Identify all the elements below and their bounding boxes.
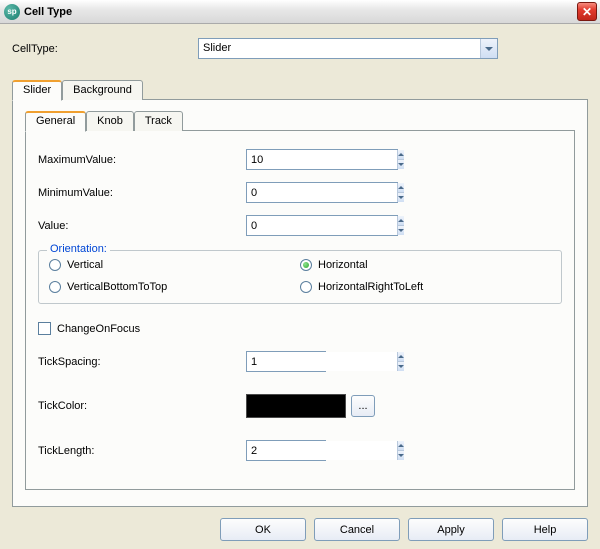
radio-vertical-btt[interactable]: VerticalBottomToTop bbox=[49, 281, 300, 293]
arrow-up-icon bbox=[398, 219, 404, 222]
change-on-focus-checkbox[interactable] bbox=[38, 322, 51, 335]
tick-color-well[interactable] bbox=[246, 394, 346, 418]
tick-spacing-input[interactable] bbox=[247, 352, 397, 371]
tick-length-label: TickLength: bbox=[38, 445, 246, 457]
radio-label: HorizontalRightToLeft bbox=[318, 281, 423, 293]
tick-spacing-spinner[interactable] bbox=[246, 351, 326, 372]
dropdown-button[interactable] bbox=[480, 39, 497, 58]
spin-up[interactable] bbox=[398, 183, 404, 193]
maximum-value-input[interactable] bbox=[247, 150, 397, 169]
arrow-up-icon bbox=[398, 355, 404, 358]
close-button[interactable]: ✕ bbox=[577, 2, 597, 21]
apply-button[interactable]: Apply bbox=[408, 518, 494, 541]
app-icon: sp bbox=[4, 4, 20, 20]
tab-track[interactable]: Track bbox=[134, 111, 183, 131]
celltype-dropdown[interactable]: Slider bbox=[198, 38, 498, 59]
orientation-legend: Orientation: bbox=[47, 243, 110, 255]
spin-buttons[interactable] bbox=[397, 183, 404, 202]
arrow-down-icon bbox=[398, 365, 404, 368]
help-button[interactable]: Help bbox=[502, 518, 588, 541]
arrow-down-icon bbox=[398, 196, 404, 199]
minimum-value-label: MinimumValue: bbox=[38, 187, 246, 199]
cancel-button[interactable]: Cancel bbox=[314, 518, 400, 541]
tick-spacing-label: TickSpacing: bbox=[38, 356, 246, 368]
close-icon: ✕ bbox=[582, 5, 592, 19]
spin-down[interactable] bbox=[398, 362, 404, 371]
radio-icon bbox=[300, 281, 312, 293]
tick-length-input[interactable] bbox=[247, 441, 397, 460]
spin-up[interactable] bbox=[398, 441, 404, 451]
arrow-up-icon bbox=[398, 186, 404, 189]
radio-icon bbox=[49, 259, 61, 271]
arrow-down-icon bbox=[398, 454, 404, 457]
arrow-down-icon bbox=[398, 163, 404, 166]
minimum-value-input[interactable] bbox=[247, 183, 397, 202]
tick-color-label: TickColor: bbox=[38, 400, 246, 412]
radio-icon bbox=[49, 281, 61, 293]
spin-down[interactable] bbox=[398, 451, 404, 460]
spin-up[interactable] bbox=[398, 150, 404, 160]
tab-slider[interactable]: Slider bbox=[12, 80, 62, 101]
radio-horizontal-rtl[interactable]: HorizontalRightToLeft bbox=[300, 281, 551, 293]
minimum-value-spinner[interactable] bbox=[246, 182, 398, 203]
spin-down[interactable] bbox=[398, 160, 404, 169]
spin-buttons[interactable] bbox=[397, 352, 404, 371]
value-label: Value: bbox=[38, 220, 246, 232]
celltype-label: CellType: bbox=[12, 43, 198, 55]
radio-label: Horizontal bbox=[318, 259, 368, 271]
tick-length-spinner[interactable] bbox=[246, 440, 326, 461]
spin-up[interactable] bbox=[398, 216, 404, 226]
inner-tabs: General Knob Track MaximumValue: bbox=[25, 110, 575, 490]
spin-buttons[interactable] bbox=[397, 441, 404, 460]
change-on-focus-label: ChangeOnFocus bbox=[57, 323, 140, 335]
value-input[interactable] bbox=[247, 216, 397, 235]
radio-vertical[interactable]: Vertical bbox=[49, 259, 300, 271]
ok-button[interactable]: OK bbox=[220, 518, 306, 541]
radio-icon bbox=[300, 259, 312, 271]
arrow-up-icon bbox=[398, 153, 404, 156]
spin-down[interactable] bbox=[398, 193, 404, 202]
maximum-value-spinner[interactable] bbox=[246, 149, 398, 170]
orientation-group: Orientation: Vertical Vertica bbox=[38, 250, 562, 304]
spin-buttons[interactable] bbox=[397, 150, 404, 169]
radio-label: Vertical bbox=[67, 259, 103, 271]
maximum-value-label: MaximumValue: bbox=[38, 154, 246, 166]
arrow-down-icon bbox=[398, 229, 404, 232]
spin-up[interactable] bbox=[398, 352, 404, 362]
radio-label: VerticalBottomToTop bbox=[67, 281, 167, 293]
tab-background[interactable]: Background bbox=[62, 80, 143, 100]
outer-tabs: Slider Background General Knob Track Max… bbox=[12, 79, 588, 507]
tick-color-browse-button[interactable]: ... bbox=[351, 395, 375, 417]
radio-horizontal[interactable]: Horizontal bbox=[300, 259, 551, 271]
tab-general[interactable]: General bbox=[25, 111, 86, 132]
tab-knob[interactable]: Knob bbox=[86, 111, 134, 131]
spin-buttons[interactable] bbox=[397, 216, 404, 235]
arrow-up-icon bbox=[398, 444, 404, 447]
value-spinner[interactable] bbox=[246, 215, 398, 236]
chevron-down-icon bbox=[485, 47, 493, 51]
spin-down[interactable] bbox=[398, 226, 404, 235]
title-bar: sp Cell Type ✕ bbox=[0, 0, 600, 24]
celltype-value: Slider bbox=[199, 39, 480, 58]
ellipsis-icon: ... bbox=[358, 400, 367, 412]
window-title: Cell Type bbox=[24, 6, 72, 18]
dialog-buttons: OK Cancel Apply Help bbox=[220, 518, 588, 541]
